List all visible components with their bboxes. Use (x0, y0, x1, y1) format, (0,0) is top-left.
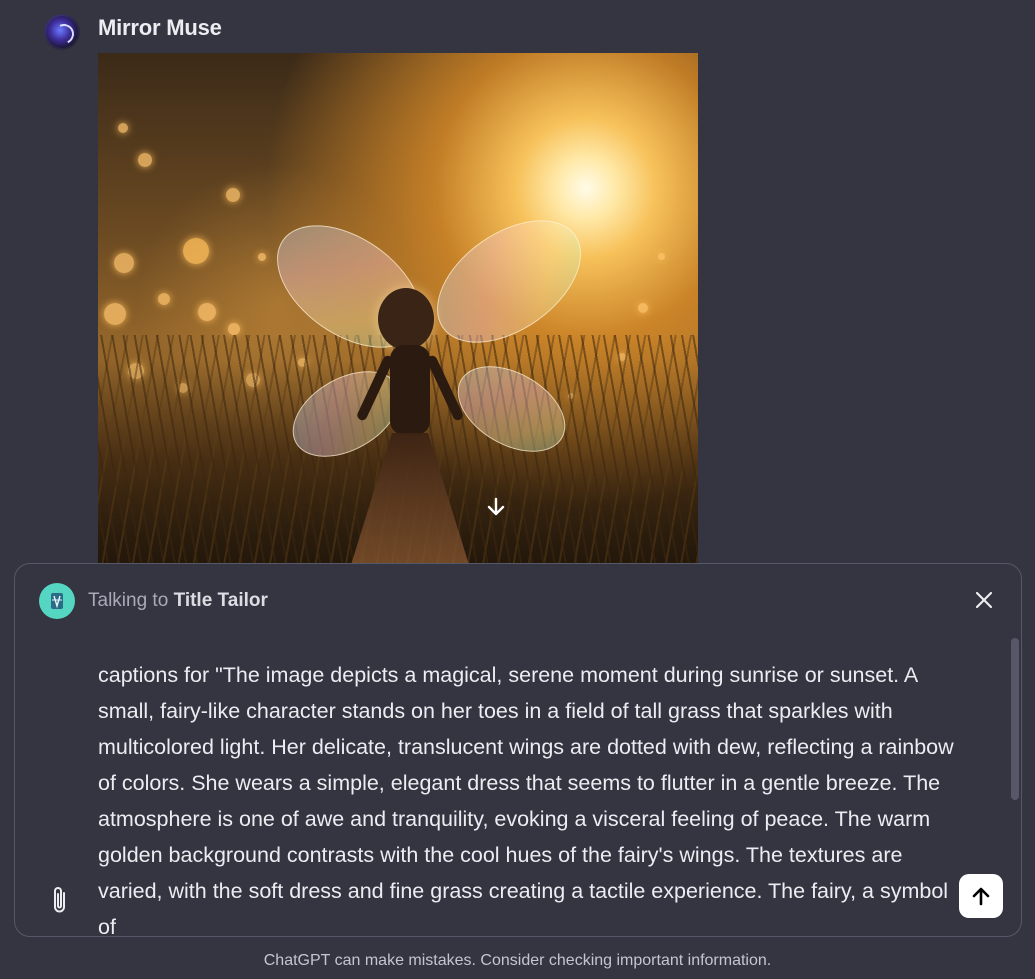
paperclip-icon (54, 887, 65, 913)
chat-page: Mirror Muse Talking to Title Tailor capt… (0, 0, 1035, 979)
attach-button[interactable] (45, 882, 75, 918)
assistant-name: Mirror Muse (98, 15, 222, 40)
send-button[interactable] (959, 874, 1003, 918)
talking-to-label: Talking to Title Tailor (88, 590, 268, 612)
arrow-down-icon[interactable] (484, 495, 508, 519)
talking-prefix: Talking to (88, 590, 169, 611)
close-icon (975, 591, 993, 609)
gpt-name: Title Tailor (173, 590, 268, 611)
disclaimer-text: ChatGPT can make mistakes. Consider chec… (263, 952, 772, 969)
tailor-avatar-icon (39, 583, 75, 619)
scrollbar-thumb[interactable] (1011, 638, 1019, 800)
message-input[interactable]: captions for "The image depicts a magica… (98, 657, 958, 936)
composer-panel: Talking to Title Tailor captions for "Th… (14, 563, 1022, 937)
arrow-up-icon (972, 887, 990, 906)
assistant-avatar (44, 14, 80, 50)
generated-image[interactable] (98, 53, 698, 565)
close-button[interactable] (969, 585, 999, 615)
